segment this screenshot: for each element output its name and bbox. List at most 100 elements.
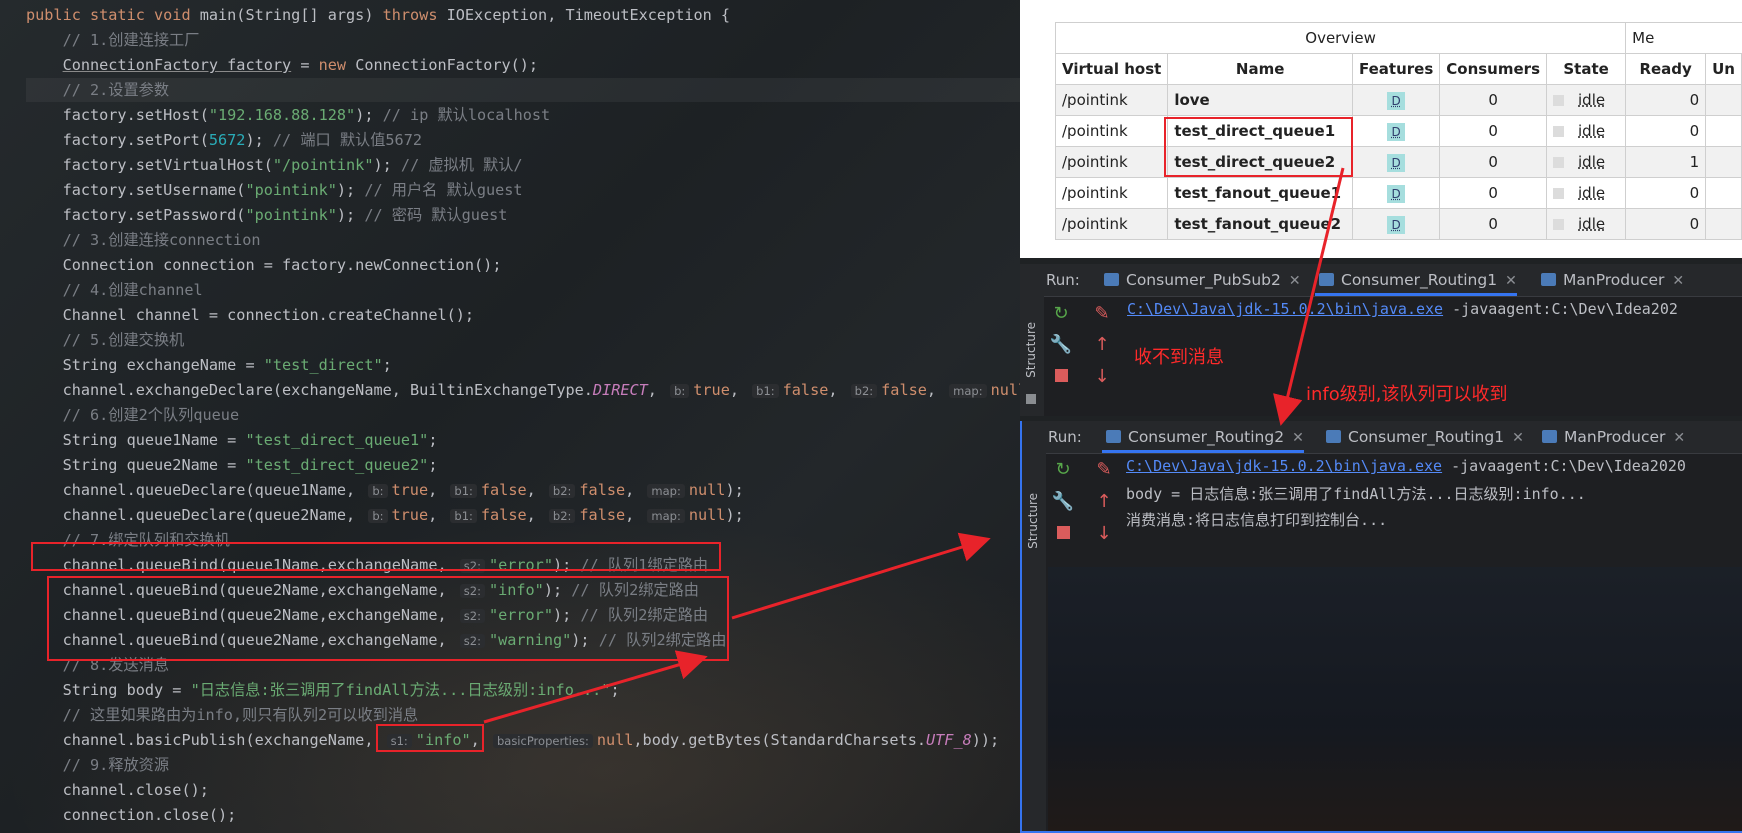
code-line[interactable]: String queue2Name = "test_direct_queue2"…: [26, 453, 438, 477]
tab-consumer-routing1[interactable]: Consumer_Routing1 ✕: [1315, 264, 1517, 296]
code-editor[interactable]: public static void main(String[] args) t…: [0, 0, 1020, 833]
code-token: Connection connection = factory.newConne…: [26, 256, 502, 274]
rerun-icon[interactable]: ↻: [1049, 457, 1077, 483]
code-line[interactable]: channel.basicPublish(exchangeName, s1: "i…: [26, 728, 1000, 752]
clear-icon[interactable]: ✎: [1088, 301, 1116, 327]
stop-icon[interactable]: [1047, 364, 1075, 390]
stop-icon[interactable]: [1049, 521, 1077, 547]
close-icon[interactable]: ✕: [1512, 430, 1524, 446]
code-line[interactable]: // 1.创建连接工厂: [26, 28, 200, 52]
queue-name-link[interactable]: love: [1167, 84, 1353, 116]
wrench-icon[interactable]: 🔧: [1049, 489, 1077, 515]
code-token: // 用户名 默认guest: [364, 181, 523, 199]
durable-badge[interactable]: D: [1387, 91, 1405, 110]
code-token: "test_direct_queue2": [245, 456, 429, 474]
code-line[interactable]: String exchangeName = "test_direct";: [26, 353, 392, 377]
code-token: null: [596, 731, 634, 749]
clear-icon[interactable]: ✎: [1090, 457, 1118, 483]
code-line[interactable]: // 3.创建连接connection: [26, 228, 261, 252]
up-arrow-icon[interactable]: ↑: [1090, 489, 1118, 515]
code-line[interactable]: factory.setVirtualHost("/pointink"); // …: [26, 153, 523, 177]
rerun-icon[interactable]: ↻: [1047, 301, 1075, 327]
queue-state: idle: [1545, 84, 1627, 116]
col-consumers[interactable]: Consumers: [1439, 53, 1547, 85]
console-icon: [1542, 430, 1557, 443]
code-line[interactable]: factory.setHost("192.168.88.128"); // ip…: [26, 103, 551, 127]
console-icon: [1541, 273, 1556, 286]
down-arrow-icon[interactable]: ↓: [1088, 364, 1116, 390]
code-line[interactable]: // 5.创建交换机: [26, 328, 185, 352]
close-icon[interactable]: ✕: [1505, 273, 1517, 289]
col-state[interactable]: State: [1545, 53, 1627, 85]
durable-badge[interactable]: D: [1387, 122, 1405, 141]
code-line[interactable]: String queue1Name = "test_direct_queue1"…: [26, 428, 438, 452]
down-arrow-icon[interactable]: ↓: [1090, 521, 1118, 547]
queue-ready: 0: [1625, 208, 1707, 240]
run-label: Run:: [1048, 428, 1082, 446]
code-line[interactable]: channel.exchangeDeclare(exchangeName, Bu…: [26, 378, 1020, 402]
tab-manproducer[interactable]: ManProducer ✕: [1538, 421, 1685, 453]
code-line[interactable]: factory.setPassword("pointink"); // 密码 默…: [26, 203, 508, 227]
code-line[interactable]: // 6.创建2个队列queue: [26, 403, 240, 427]
tab-consumer-routing2[interactable]: Consumer_Routing2 ✕: [1102, 421, 1304, 453]
col-virtual-host[interactable]: Virtual host: [1054, 53, 1169, 85]
close-icon[interactable]: ✕: [1292, 430, 1304, 446]
java-exe-link[interactable]: C:\Dev\Java\jdk-15.0.2\bin\java.exe: [1127, 300, 1443, 318]
parameter-hint: map:: [647, 509, 685, 523]
table-header-row: Virtual host Name Features Consumers Sta…: [1054, 53, 1742, 85]
col-unacked[interactable]: Un: [1705, 53, 1742, 85]
tab-consumer-routing1[interactable]: Consumer_Routing1 ✕: [1322, 421, 1524, 453]
code-token: ConnectionFactory();: [355, 56, 539, 74]
code-line[interactable]: // 这里如果路由为info,则只有队列2可以收到消息: [26, 703, 419, 727]
col-name[interactable]: Name: [1167, 53, 1353, 85]
col-features[interactable]: Features: [1351, 53, 1441, 85]
durable-badge[interactable]: D: [1387, 184, 1405, 203]
code-token: );: [373, 156, 401, 174]
console-command: C:\Dev\Java\jdk-15.0.2\bin\java.exe -jav…: [1127, 300, 1678, 318]
code-line[interactable]: ConnectionFactory factory = new Connecti…: [26, 53, 538, 77]
code-line[interactable]: factory.setUsername("pointink"); // 用户名 …: [26, 178, 523, 202]
queue-name-link[interactable]: test_fanout_queue1: [1167, 177, 1353, 209]
tab-consumer-pubsub2[interactable]: Consumer_PubSub2 ✕: [1100, 264, 1301, 296]
code-token: 5672: [208, 131, 246, 149]
code-token: // 这里如果路由为info,则只有队列2可以收到消息: [26, 706, 419, 724]
java-exe-link[interactable]: C:\Dev\Java\jdk-15.0.2\bin\java.exe: [1126, 457, 1442, 475]
code-line[interactable]: connection.close();: [26, 803, 237, 827]
up-arrow-icon[interactable]: ↑: [1088, 332, 1116, 358]
code-line[interactable]: public static void main(String[] args) t…: [26, 3, 730, 27]
wrench-icon[interactable]: 🔧: [1047, 332, 1075, 358]
structure-sidebar[interactable]: Structure: [1020, 296, 1044, 416]
col-ready[interactable]: Ready: [1625, 53, 1707, 85]
structure-sidebar[interactable]: Structure: [1022, 453, 1046, 831]
code-line[interactable]: factory.setPort(5672); // 端口 默认值5672: [26, 128, 422, 152]
queue-name-link[interactable]: test_fanout_queue2: [1167, 208, 1353, 240]
close-icon[interactable]: ✕: [1673, 430, 1685, 446]
code-token: // 9.释放资源: [26, 756, 170, 774]
code-line[interactable]: channel.queueDeclare(queue1Name, b: true,…: [26, 478, 744, 502]
code-line[interactable]: // 2.设置参数: [26, 78, 1020, 102]
code-line[interactable]: String body = "日志信息:张三调用了findAll方法...日志级…: [26, 678, 620, 702]
state-indicator-icon: [1553, 219, 1564, 230]
queue-features: D: [1351, 115, 1441, 147]
code-token: channel.queueDeclare(queue2Name,: [26, 506, 365, 524]
code-line[interactable]: Connection connection = factory.newConne…: [26, 253, 502, 277]
durable-badge[interactable]: D: [1387, 153, 1405, 172]
queue-row: /pointink test_fanout_queue1 D 0 idle 0: [1054, 177, 1742, 209]
code-line[interactable]: channel.close();: [26, 778, 209, 802]
structure-label[interactable]: Structure: [1024, 322, 1038, 378]
code-line[interactable]: // 9.释放资源: [26, 753, 169, 777]
code-token: "pointink": [245, 206, 337, 224]
structure-label[interactable]: Structure: [1026, 493, 1040, 549]
durable-badge[interactable]: D: [1387, 215, 1405, 234]
code-line[interactable]: channel.queueDeclare(queue2Name, b: true,…: [26, 503, 744, 527]
code-line[interactable]: Channel channel = connection.createChann…: [26, 303, 474, 327]
close-icon[interactable]: ✕: [1289, 273, 1301, 289]
code-token: DIRECT: [592, 381, 648, 399]
code-token: ConnectionFactory factory: [62, 56, 292, 74]
console-empty-area[interactable]: [1048, 567, 1742, 831]
tab-manproducer[interactable]: ManProducer ✕: [1537, 264, 1684, 296]
code-token: "日志信息:张三调用了findAll方法...日志级别:info...": [190, 681, 611, 699]
code-line[interactable]: // 4.创建channel: [26, 278, 203, 302]
close-icon[interactable]: ✕: [1672, 273, 1684, 289]
code-token: ,: [526, 481, 545, 499]
